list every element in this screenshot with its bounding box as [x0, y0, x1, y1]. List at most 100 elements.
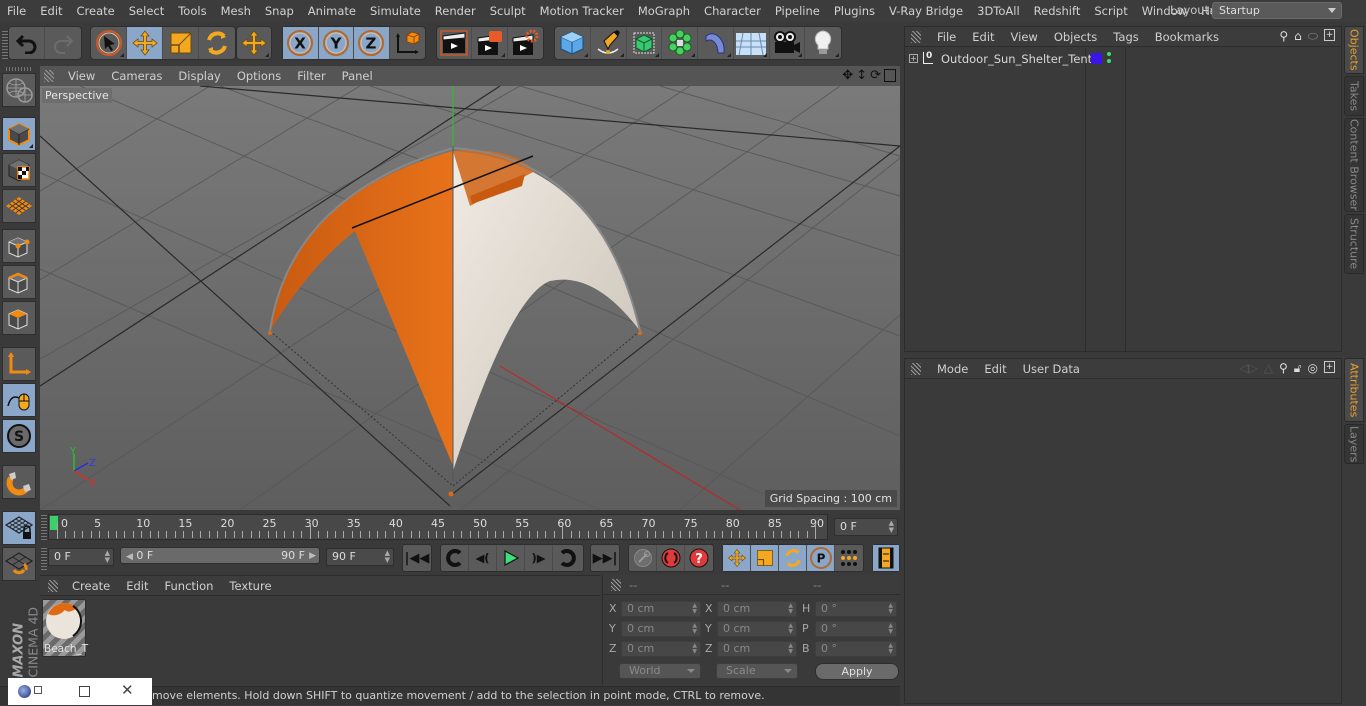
coord-input-field[interactable]: 0 cm ▲ ▼ — [621, 601, 701, 617]
menu-mograph[interactable]: MoGraph — [631, 4, 697, 18]
pen-spline-button[interactable] — [591, 27, 627, 59]
viewport-menu-cameras[interactable]: Cameras — [103, 69, 170, 83]
texture-mode-button[interactable] — [2, 153, 36, 187]
coord-input-field[interactable]: 0 cm ▲ ▼ — [621, 621, 701, 637]
menu-select[interactable]: Select — [122, 4, 171, 18]
back-arrow-icon[interactable]: ◁▷ — [1239, 361, 1257, 376]
object-menu-tags[interactable]: Tags — [1105, 30, 1146, 44]
menu-character[interactable]: Character — [697, 4, 768, 18]
menu-render[interactable]: Render — [428, 4, 483, 18]
timeline-grip[interactable] — [41, 514, 47, 540]
material-swatch[interactable]: Beach_T — [42, 599, 88, 657]
object-menu-file[interactable]: File — [929, 30, 964, 44]
restore-icon[interactable] — [34, 686, 42, 694]
play-button[interactable] — [497, 545, 525, 571]
keyframe-selection-button[interactable]: ? — [685, 545, 713, 571]
attribute-menu-mode[interactable]: Mode — [929, 362, 976, 376]
object-row[interactable]: + 0 Outdoor_Sun_Shelter_Tent — [905, 51, 1341, 69]
menu-script[interactable]: Script — [1087, 4, 1134, 18]
apply-button[interactable]: Apply — [815, 663, 899, 680]
coord-input-field[interactable]: 0 cm ▲ ▼ — [621, 641, 701, 657]
undo-button[interactable] — [9, 27, 45, 59]
menu-vray-bridge[interactable]: V-Ray Bridge — [882, 4, 970, 18]
tweak-mode-button[interactable] — [2, 383, 36, 417]
layer-color-swatch[interactable] — [1091, 53, 1102, 64]
make-editable-button[interactable] — [2, 73, 36, 107]
maximize-view-icon[interactable] — [884, 69, 896, 82]
menu-redshift[interactable]: Redshift — [1027, 4, 1088, 18]
coordinate-system-button[interactable] — [390, 27, 425, 59]
autokey-button[interactable] — [657, 545, 685, 571]
move-button[interactable] — [127, 27, 163, 59]
prev-frame-button[interactable]: ◀( — [469, 545, 497, 571]
menu-edit[interactable]: Edit — [33, 4, 69, 18]
go-to-end-button[interactable]: ▶▶| — [591, 545, 619, 571]
workplane-align-button[interactable] — [2, 547, 36, 581]
next-keyframe-button[interactable] — [553, 545, 581, 571]
viewport-menu-panel[interactable]: Panel — [334, 69, 381, 83]
expand-icon[interactable]: + — [909, 54, 918, 63]
render-picture-viewer-button[interactable] — [472, 27, 508, 59]
solo-mode-button[interactable]: S — [2, 419, 36, 453]
menu-animate[interactable]: Animate — [301, 4, 363, 18]
material-menu-function[interactable]: Function — [157, 579, 222, 593]
rotate-button[interactable] — [199, 27, 235, 59]
perspective-viewport[interactable]: Y Z X Perspective Grid Spacing : 100 cm — [40, 86, 900, 510]
scale-button[interactable] — [163, 27, 199, 59]
motion-record-button[interactable] — [629, 545, 657, 571]
object-manager-grip[interactable] — [911, 30, 921, 43]
object-name[interactable]: Outdoor_Sun_Shelter_Tent — [941, 52, 1092, 66]
key-parameter-button[interactable]: P — [807, 545, 835, 571]
floor-button[interactable] — [734, 27, 770, 59]
home-icon[interactable]: ⌂ — [1294, 29, 1302, 44]
new-panel-icon[interactable]: + — [1324, 361, 1335, 373]
viewport-menu-view[interactable]: View — [60, 69, 103, 83]
layout-select[interactable]: Startup — [1212, 2, 1342, 19]
attribute-manager-grip[interactable] — [911, 362, 921, 375]
coord-grip[interactable] — [611, 578, 621, 591]
search-icon[interactable]: ⚲ — [1279, 29, 1288, 44]
object-menu-edit[interactable]: Edit — [964, 30, 1002, 44]
next-frame-button[interactable]: )▶ — [525, 545, 553, 571]
key-pla-button[interactable] — [835, 545, 863, 571]
menu-pipeline[interactable]: Pipeline — [768, 4, 827, 18]
material-menu-create[interactable]: Create — [64, 579, 118, 593]
tab-layers[interactable]: Layers — [1344, 424, 1364, 464]
link-icon[interactable]: ⬭ — [1308, 29, 1318, 44]
menu-motion-tracker[interactable]: Motion Tracker — [533, 4, 631, 18]
viewport-menu-options[interactable]: Options — [229, 69, 289, 83]
tab-objects[interactable]: Objects — [1344, 26, 1364, 74]
search-icon[interactable]: ⚲ — [1279, 361, 1288, 376]
y-axis-button[interactable]: Y — [318, 27, 354, 59]
frame-range-slider[interactable]: ◀ 0 F 90 F ▶ — [120, 547, 320, 564]
cube-primitive-button[interactable] — [555, 27, 591, 59]
render-view-button[interactable] — [437, 27, 473, 59]
menu-simulate[interactable]: Simulate — [363, 4, 428, 18]
orbit-icon[interactable]: ⟳ — [870, 68, 881, 83]
menu-mesh[interactable]: Mesh — [214, 4, 258, 18]
pan-icon[interactable]: ✥ — [842, 68, 853, 83]
coord-input-field[interactable]: 0 ° ▲ ▼ — [815, 641, 897, 657]
object-menu-bookmarks[interactable]: Bookmarks — [1147, 30, 1227, 44]
polygons-mode-button[interactable] — [2, 301, 36, 335]
left-toolbar-grip[interactable] — [6, 67, 32, 71]
material-menu-texture[interactable]: Texture — [221, 579, 279, 593]
tab-attributes[interactable]: Attributes — [1344, 358, 1364, 422]
viewport-menu-display[interactable]: Display — [170, 69, 228, 83]
menu-plugins[interactable]: Plugins — [827, 4, 882, 18]
snap-button[interactable] — [2, 465, 36, 499]
camera-button[interactable] — [770, 27, 806, 59]
menu-create[interactable]: Create — [70, 4, 122, 18]
x-axis-button[interactable]: X — [283, 27, 319, 59]
up-arrow-icon[interactable]: △ — [1264, 361, 1273, 376]
lock-icon[interactable]: 🔓︎ — [1294, 361, 1302, 376]
prev-keyframe-button[interactable] — [441, 545, 469, 571]
tab-takes[interactable]: Takes — [1344, 76, 1364, 116]
new-panel-icon[interactable]: + — [1324, 29, 1335, 41]
timeline-ruler[interactable]: 0 5 10 15 20 25 30 35 40 45 50 55 60 65 70 75 80 85 90 — [48, 514, 828, 540]
render-settings-button[interactable] — [508, 27, 543, 59]
timeline-button[interactable] — [873, 545, 899, 571]
deformer-button[interactable] — [698, 27, 734, 59]
menu-snap[interactable]: Snap — [258, 4, 301, 18]
coord-input-field[interactable]: 0 ° ▲ ▼ — [815, 601, 897, 617]
